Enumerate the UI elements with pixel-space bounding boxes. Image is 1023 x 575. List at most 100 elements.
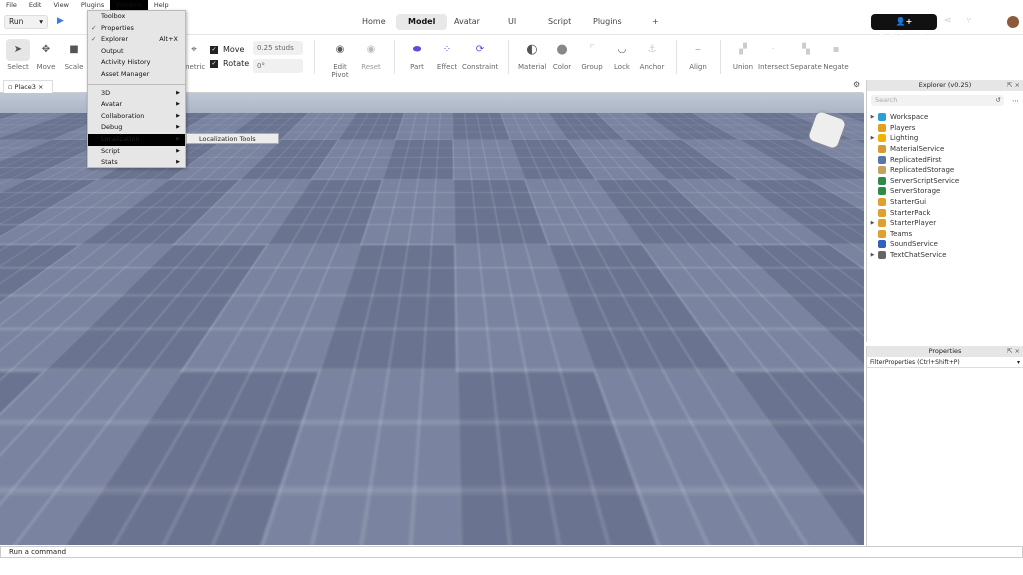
expand-arrow-icon[interactable]: ▶ (867, 114, 878, 120)
history-icon[interactable]: ↺ (996, 95, 1001, 106)
reset-pivot-button[interactable]: ◉ Reset (360, 39, 382, 72)
tree-item-lighting[interactable]: ▶ Lighting (867, 133, 1023, 144)
menu-item-properties[interactable]: ✓ Properties (88, 23, 185, 35)
separate-button[interactable]: ▚ Separate (790, 39, 822, 72)
tree-item-label: Lighting (890, 134, 919, 143)
tab-plugins[interactable]: Plugins (581, 14, 634, 30)
tree-item-replicatedstorage[interactable]: ReplicatedStorage (867, 165, 1023, 176)
tree-item-label: Workspace (890, 113, 929, 122)
more-icon[interactable]: ⋯ (1012, 97, 1019, 105)
localization-submenu-item[interactable]: Localization Tools (186, 133, 279, 144)
menu-item-localization[interactable]: Localization ▶ (88, 133, 185, 146)
menu-item-toolbox[interactable]: Toolbox (88, 11, 185, 23)
part-button[interactable]: ⬬ Part (406, 39, 428, 72)
filter-properties-input[interactable]: FilterProperties (Ctrl+Shift+P) ▾ (867, 357, 1023, 368)
effect-label: Effect (436, 63, 458, 71)
menu-view[interactable]: View (47, 0, 74, 10)
tree-item-serverstorage[interactable]: ServerStorage (867, 186, 1023, 197)
add-tab-button[interactable]: + (640, 14, 671, 30)
search-placeholder: Search (875, 96, 898, 104)
tab-home[interactable]: Home (350, 14, 398, 30)
menu-plugins[interactable]: Plugins (75, 0, 110, 10)
share-icon[interactable]: ⋖ (944, 16, 952, 26)
lock-button[interactable]: ◡ Lock (611, 39, 633, 72)
union-button[interactable]: ▞ Union (730, 39, 756, 72)
constraint-button[interactable]: ⟳ Constraint (462, 39, 498, 72)
menu-item-output[interactable]: Output (88, 46, 185, 58)
submenu-arrow-icon: ▶ (176, 159, 180, 166)
tree-item-soundservice[interactable]: SoundService (867, 239, 1023, 250)
tree-item-starterplayer[interactable]: ▶ StarterPlayer (867, 218, 1023, 229)
tree-item-serverscriptservice[interactable]: ServerScriptService (867, 176, 1023, 187)
menu-file[interactable]: File (0, 0, 23, 10)
select-label: Select (7, 63, 29, 71)
avatar[interactable] (1007, 16, 1019, 28)
menu-bar: File Edit View Plugins Window Help (0, 0, 1023, 10)
tree-item-label: StarterPack (890, 208, 931, 217)
menu-item-asset-manager[interactable]: Asset Manager (88, 69, 185, 81)
scale-tool[interactable]: ■ Scale (62, 39, 86, 72)
color-button[interactable]: ● Color (550, 39, 574, 72)
play-icon[interactable]: ▶ (57, 16, 64, 26)
menu-item-stats[interactable]: Stats ▶ (88, 157, 185, 169)
tree-item-replicatedfirst[interactable]: ReplicatedFirst (867, 154, 1023, 165)
intersect-button[interactable]: · Intersect (758, 39, 789, 72)
tab-ui[interactable]: UI (496, 14, 528, 30)
service-icon (878, 219, 886, 228)
rotate-increment-input[interactable]: 0° (253, 59, 303, 73)
close-icon[interactable]: × (38, 83, 43, 91)
move-snap-checkbox[interactable]: ✓ Move (210, 45, 244, 54)
branch-icon[interactable]: ⑂ (966, 16, 971, 26)
menu-item-avatar[interactable]: Avatar ▶ (88, 99, 185, 111)
gear-icon[interactable]: ⚙ (853, 80, 860, 89)
tab-avatar[interactable]: Avatar (442, 14, 492, 30)
menu-edit[interactable]: Edit (23, 0, 48, 10)
rotate-snap-checkbox[interactable]: ✓ Rotate (210, 59, 249, 68)
tree-item-starterpack[interactable]: StarterPack (867, 207, 1023, 218)
window-menu: Toolbox ✓ Properties ✓ Explorer Alt+X Output Ac… (87, 10, 186, 168)
effect-button[interactable]: ⁘ Effect (436, 39, 458, 72)
tree-item-teams[interactable]: Teams (867, 229, 1023, 240)
service-icon (878, 208, 886, 217)
menu-item-activity-history[interactable]: Activity History (88, 57, 185, 69)
tree-item-materialservice[interactable]: MaterialService (867, 144, 1023, 155)
explorer-search-input[interactable]: Search ↺ (871, 95, 1004, 106)
menu-item-debug[interactable]: Debug ▶ (88, 122, 185, 134)
separate-label: Separate (790, 63, 822, 71)
chevron-down-icon: ▾ (39, 17, 43, 26)
tab-model[interactable]: Model (396, 14, 448, 30)
menu-item-label: Debug (101, 123, 123, 132)
negate-button[interactable]: ▪ Negate (823, 39, 849, 72)
group-button[interactable]: ⌜ Group (580, 39, 604, 72)
edit-pivot-button[interactable]: ◉ Edit Pivot (324, 39, 356, 80)
expand-arrow-icon[interactable]: ▶ (867, 252, 878, 258)
tree-item-startergui[interactable]: StarterGui (867, 197, 1023, 208)
tab-script[interactable]: Script (536, 14, 583, 30)
move-increment-input[interactable]: 0.25 studs (253, 41, 303, 55)
cursor-icon: ➤ (13, 43, 23, 55)
menu-item-explorer[interactable]: ✓ Explorer Alt+X (88, 34, 185, 46)
menu-window[interactable]: Window (110, 0, 148, 10)
menu-item-label: Localization (101, 134, 140, 143)
expand-arrow-icon[interactable]: ▶ (867, 135, 878, 141)
service-icon (878, 134, 886, 143)
expand-arrow-icon[interactable]: ▶ (867, 220, 878, 226)
move-tool[interactable]: ✥ Move (36, 39, 56, 72)
dock-close-icons[interactable]: ⇱ × (1007, 346, 1020, 357)
run-mode-dropdown[interactable]: Run ▾ (4, 15, 48, 29)
menu-item-3d[interactable]: 3D ▶ (88, 88, 185, 100)
tree-item-players[interactable]: Players (867, 123, 1023, 134)
select-tool[interactable]: ➤ Select (6, 39, 30, 71)
menu-item-script[interactable]: Script ▶ (88, 146, 185, 158)
menu-item-collaboration[interactable]: Collaboration ▶ (88, 111, 185, 123)
material-button[interactable]: ◐ Material (518, 39, 546, 72)
menu-help[interactable]: Help (148, 0, 175, 10)
collaborate-button[interactable]: 👤+ Collaborate (871, 14, 937, 42)
anchor-button[interactable]: ⚓ Anchor (638, 39, 666, 72)
dock-close-icons[interactable]: ⇱ × (1007, 80, 1020, 91)
align-button[interactable]: ⎯ Align (686, 39, 710, 72)
tab-place3[interactable]: ▫ Place3 × (3, 80, 53, 93)
tree-item-workspace[interactable]: ▶ Workspace (867, 112, 1023, 123)
tree-item-textchatservice[interactable]: ▶ TextChatService (867, 250, 1023, 261)
command-bar[interactable]: Run a command (0, 546, 1023, 558)
